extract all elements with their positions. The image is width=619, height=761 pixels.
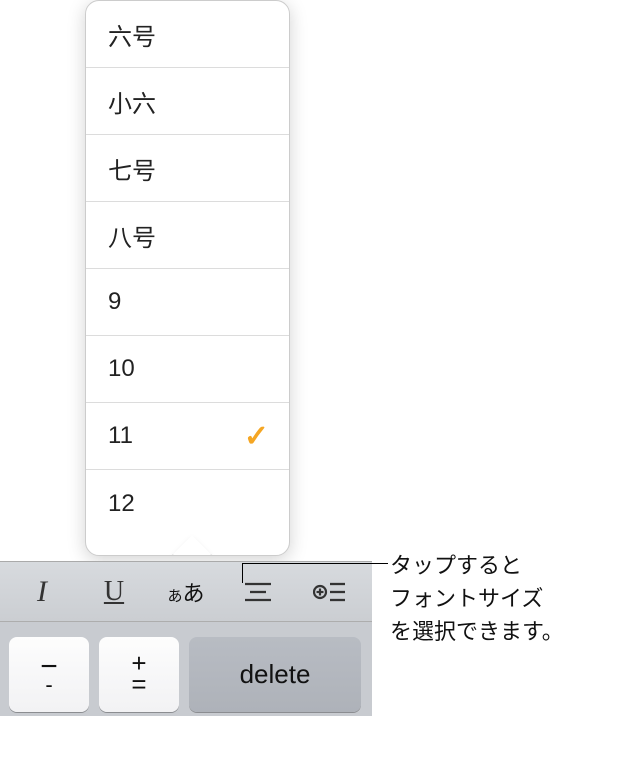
italic-button[interactable]: I <box>15 570 69 614</box>
font-size-option[interactable]: 七号 <box>86 135 289 202</box>
font-size-option[interactable]: 9 <box>86 269 289 336</box>
callout-text: タップすると フォントサイズ を選択できます。 <box>390 549 610 648</box>
option-label: 六号 <box>108 17 156 52</box>
option-label: 七号 <box>108 151 156 186</box>
italic-icon: I <box>37 575 47 609</box>
popup-tail <box>172 535 212 556</box>
callout-line-1: タップすると <box>390 549 610 582</box>
font-size-option[interactable]: 小六 <box>86 68 289 135</box>
key-label-bottom: = <box>131 674 146 695</box>
font-size-option[interactable]: 10 <box>86 336 289 403</box>
font-size-option[interactable]: 12 <box>86 470 289 537</box>
font-size-option[interactable]: 八号 <box>86 202 289 269</box>
font-size-option[interactable]: 六号 <box>86 1 289 68</box>
key-label: delete <box>240 659 311 690</box>
formatting-toolbar: I U ああ <box>0 561 372 621</box>
align-button[interactable] <box>231 570 285 614</box>
keyboard-row: − - + = delete <box>0 621 372 716</box>
callout-line-2: フォントサイズ <box>390 582 610 615</box>
align-icon <box>243 581 273 603</box>
option-label: 12 <box>108 490 135 518</box>
minus-key[interactable]: − - <box>9 637 89 712</box>
insert-button[interactable] <box>303 570 357 614</box>
option-label: 9 <box>108 288 121 316</box>
option-label: 10 <box>108 355 135 383</box>
underline-button[interactable]: U <box>87 570 141 614</box>
font-size-icon: ああ <box>167 576 204 608</box>
option-label: 小六 <box>108 84 156 119</box>
underline-icon: U <box>104 576 124 608</box>
plus-equals-key[interactable]: + = <box>99 637 179 712</box>
option-label: 八号 <box>108 218 156 253</box>
font-size-option-selected[interactable]: 11 ✓ <box>86 403 289 470</box>
callout-leader-line <box>372 563 388 564</box>
key-label-bottom: - <box>45 677 52 692</box>
delete-key[interactable]: delete <box>189 637 361 712</box>
insert-icon <box>313 580 347 604</box>
font-size-list: 六号 小六 七号 八号 9 10 11 ✓ 12 <box>86 1 289 537</box>
callout-line-3: を選択できます。 <box>390 615 610 648</box>
checkmark-icon: ✓ <box>244 419 269 454</box>
font-size-popup: 六号 小六 七号 八号 9 10 11 ✓ 12 <box>85 0 290 556</box>
option-label: 11 <box>108 422 133 450</box>
font-size-button[interactable]: ああ <box>159 570 213 614</box>
